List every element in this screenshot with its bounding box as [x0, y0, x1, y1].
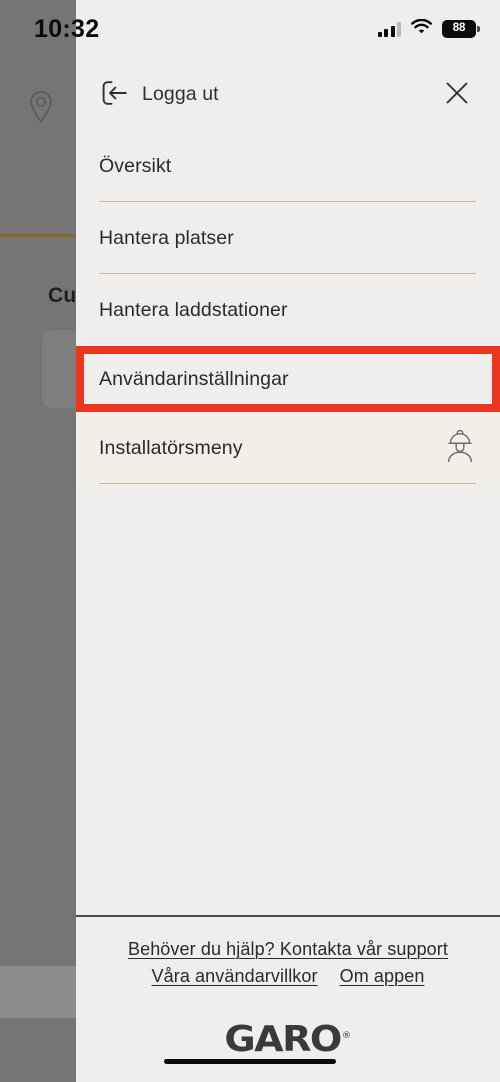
location-pin-icon — [28, 90, 54, 124]
drawer-footer: Behöver du hjälp? Kontakta vår support V… — [76, 915, 500, 1082]
garo-logo-text: GARO — [224, 1019, 343, 1060]
background-tab-underline — [0, 234, 78, 237]
background-page-title: Cu — [48, 284, 77, 307]
menu-item-label: Hantera laddstationer — [99, 298, 288, 321]
drawer-header: Logga ut — [76, 0, 500, 130]
logout-button[interactable]: Logga ut — [100, 80, 219, 109]
menu-item-hantera-laddstationer[interactable]: Hantera laddstationer — [76, 274, 500, 346]
logout-label: Logga ut — [142, 82, 219, 105]
close-x-icon — [444, 80, 470, 109]
menu-item-installatorsmeny[interactable]: Installatörsmeny — [76, 412, 500, 484]
menu-divider — [99, 482, 476, 484]
logout-arrow-icon — [100, 80, 130, 109]
installer-helmet-icon — [444, 429, 476, 468]
menu-item-hantera-platser[interactable]: Hantera platser — [76, 202, 500, 274]
menu-item-label: Hantera platser — [99, 226, 234, 249]
menu-item-oversikt[interactable]: Översikt — [76, 130, 500, 202]
background-footer-strip — [0, 966, 78, 1018]
support-link[interactable]: Behöver du hjälp? Kontakta vår support — [128, 939, 448, 960]
menu-item-anvandarinstallningar[interactable]: Användarinställningar — [76, 346, 500, 412]
menu-item-label: Installatörsmeny — [99, 436, 243, 459]
close-drawer-button[interactable] — [442, 79, 472, 109]
footer-links-row-1: Behöver du hjälp? Kontakta vår support — [76, 939, 500, 960]
navigation-drawer: Logga ut Översikt Hantera platser Hanter… — [76, 0, 500, 1082]
brand-logo-wrapper: GARO® — [76, 1019, 500, 1060]
trademark-symbol: ® — [341, 1031, 352, 1041]
home-indicator[interactable] — [164, 1059, 336, 1064]
menu-item-label: Användarinställningar — [99, 367, 289, 390]
menu-item-label: Översikt — [99, 154, 172, 177]
about-app-link[interactable]: Om appen — [340, 966, 425, 987]
footer-links: Behöver du hjälp? Kontakta vår support V… — [76, 939, 500, 987]
terms-link[interactable]: Våra användarvillkor — [152, 966, 318, 987]
drawer-spacer — [76, 484, 500, 915]
drawer-menu: Översikt Hantera platser Hantera laddsta… — [76, 130, 500, 484]
footer-divider — [76, 915, 500, 917]
garo-logo: GARO® — [225, 1019, 352, 1060]
footer-links-row-2: Våra användarvillkor Om appen — [76, 966, 500, 987]
